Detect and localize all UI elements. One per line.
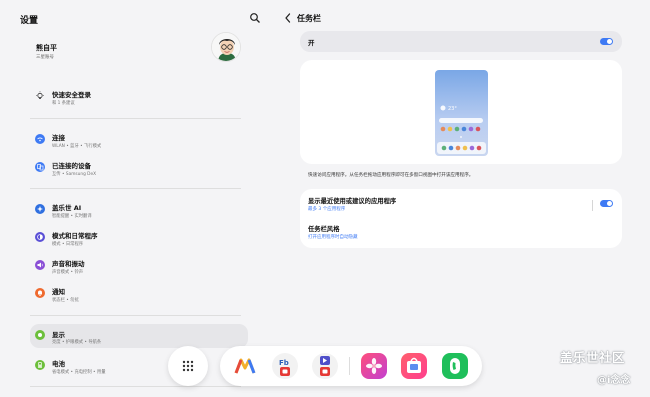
avatar[interactable] bbox=[211, 32, 241, 62]
settings-item-label: 快速安全登录 bbox=[52, 91, 91, 99]
settings-item-connections[interactable]: 连接 WLAN • 蓝牙 • 飞行模式 bbox=[30, 130, 248, 156]
preview-phone-graphic: 23° bbox=[437, 105, 486, 154]
battery-icon bbox=[35, 360, 45, 370]
settings-item-label: 电池 bbox=[52, 360, 65, 368]
settings-item-sublabel: 亮度 • 护眼模式 • 导航条 bbox=[52, 340, 102, 345]
taskbar-preview-card: 23° bbox=[300, 60, 622, 164]
app-drawer-button[interactable] bbox=[168, 346, 208, 386]
settings-item-sublabel: 声音模式 • 铃声 bbox=[52, 270, 84, 275]
divider bbox=[30, 118, 241, 119]
recent-apps-toggle[interactable] bbox=[600, 200, 613, 207]
settings-item-label: 显示 bbox=[52, 331, 65, 339]
settings-item-battery[interactable]: 电池 省电模式 • 充电控制 • 用量 bbox=[30, 356, 248, 382]
divider bbox=[592, 200, 593, 211]
bell-icon bbox=[35, 288, 45, 298]
watermark-site: 盖乐世社区 bbox=[560, 350, 626, 365]
back-arrow-icon[interactable] bbox=[283, 12, 293, 24]
settings-item-label: 已连接的设备 bbox=[52, 162, 91, 170]
settings-item-sublabel: 状态栏 • 勿扰 bbox=[52, 298, 79, 303]
lightbulb-icon bbox=[35, 91, 45, 101]
wifi-icon bbox=[35, 134, 45, 144]
devices-icon bbox=[35, 162, 45, 172]
settings-item-label: 盖乐世 AI bbox=[52, 204, 82, 212]
settings-item-quick-login[interactable]: 快速安全登录 和 1 条建议 bbox=[30, 87, 248, 113]
store-app-icon[interactable] bbox=[401, 353, 427, 379]
option-taskbar-style-label[interactable]: 任务栏风格 bbox=[308, 224, 339, 233]
divider bbox=[30, 188, 241, 189]
watermark-user: @i念念 bbox=[597, 375, 631, 386]
phone-app-icon[interactable] bbox=[442, 353, 468, 379]
mode-icon bbox=[35, 232, 45, 242]
svg-text:Fb: Fb bbox=[279, 359, 289, 367]
settings-item-sublabel: 和 1 条建议 bbox=[52, 101, 75, 106]
settings-item-sound-vibration[interactable]: 声音和振动 声音模式 • 铃声 bbox=[30, 256, 248, 282]
settings-item-sublabel: 省电模式 • 充电控制 • 用量 bbox=[52, 370, 106, 375]
option-recent-apps-sublabel: 最多 3 个应用程序 bbox=[308, 207, 346, 212]
settings-item-connected-devices[interactable]: 已连接的设备 互传 • Samsung DeX bbox=[30, 158, 248, 184]
master-toggle[interactable] bbox=[600, 38, 613, 45]
settings-title: 设置 bbox=[20, 16, 39, 26]
divider bbox=[30, 386, 241, 387]
settings-item-label: 模式和日常程序 bbox=[52, 232, 98, 240]
preview-time: 23° bbox=[448, 106, 457, 112]
settings-item-sublabel: 模式 • 日常程序 bbox=[52, 242, 84, 247]
account-name[interactable]: 熊自平 bbox=[36, 43, 57, 53]
display-icon bbox=[35, 330, 45, 340]
video-app-icon[interactable] bbox=[312, 353, 338, 379]
option-taskbar-style-sublabel: 打开应用程序时自动隐藏 bbox=[308, 235, 358, 240]
taskbar-options-card: 显示最近使用或建议的应用程序 最多 3 个应用程序 任务栏风格 打开应用程序时自… bbox=[300, 189, 622, 248]
option-recent-apps-label[interactable]: 显示最近使用或建议的应用程序 bbox=[308, 196, 396, 205]
dock-separator bbox=[349, 357, 350, 375]
settings-item-galaxy-ai[interactable]: 盖乐世 AI 智能提醒 • 实时翻译 bbox=[30, 200, 248, 226]
settings-item-notifications[interactable]: 通知 状态栏 • 勿扰 bbox=[30, 284, 248, 310]
grid-icon bbox=[182, 360, 194, 372]
sound-icon bbox=[35, 260, 45, 270]
settings-item-label: 连接 bbox=[52, 134, 65, 142]
master-switch-bar[interactable]: 开 bbox=[300, 31, 622, 52]
ai-icon bbox=[35, 204, 45, 214]
master-switch-label: 开 bbox=[308, 39, 315, 47]
divider bbox=[30, 315, 241, 316]
maps-app-icon[interactable] bbox=[232, 353, 258, 379]
settings-item-modes-routines[interactable]: 模式和日常程序 模式 • 日常程序 bbox=[30, 228, 248, 254]
taskbar-description: 快速访问应用程序。从任务栏拖动应用程序即可在多窗口视图中打开该应用程序。 bbox=[308, 173, 474, 178]
taskbar-preview-illustration: 23° bbox=[435, 70, 488, 156]
gallery-app-icon[interactable] bbox=[361, 353, 387, 379]
settings-item-sublabel: WLAN • 蓝牙 • 飞行模式 bbox=[52, 144, 102, 149]
settings-item-label: 通知 bbox=[52, 288, 65, 296]
account-subtitle: 三星账号 bbox=[36, 55, 54, 60]
settings-item-sublabel: 互传 • Samsung DeX bbox=[52, 172, 97, 177]
settings-item-label: 声音和振动 bbox=[52, 260, 85, 268]
search-icon[interactable] bbox=[249, 12, 261, 24]
page-title: 任务栏 bbox=[297, 14, 321, 23]
settings-item-display[interactable]: 显示 亮度 • 护眼模式 • 导航条 bbox=[30, 324, 248, 348]
office-app-icon[interactable]: Fb bbox=[272, 353, 298, 379]
taskbar-dock: Fb bbox=[220, 346, 482, 386]
settings-item-sublabel: 智能提醒 • 实时翻译 bbox=[52, 214, 92, 219]
